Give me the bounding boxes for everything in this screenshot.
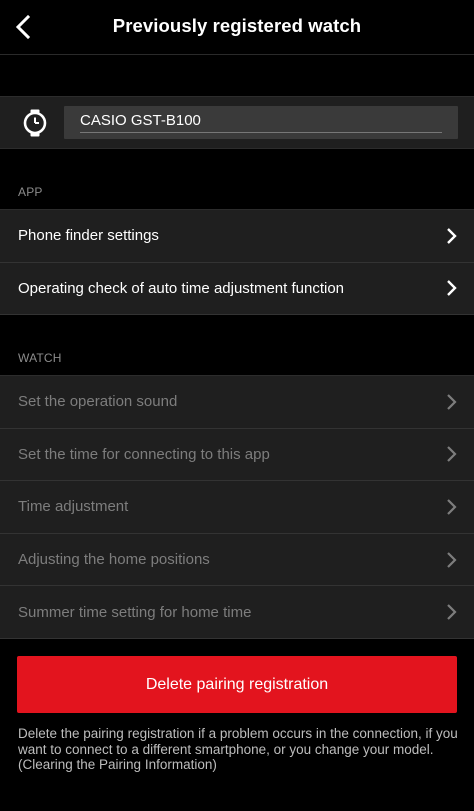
list-item-phone-finder-settings[interactable]: Phone finder settings (0, 210, 474, 263)
list-item-time-adjustment[interactable]: Time adjustment (0, 481, 474, 534)
list-item-auto-time-adjustment-check[interactable]: Operating check of auto time adjustment … (0, 263, 474, 316)
chevron-right-icon (447, 227, 457, 244)
chevron-left-icon (15, 15, 31, 39)
watch-name-field[interactable]: CASIO GST-B100 (64, 106, 458, 139)
chevron-right-icon (447, 446, 457, 463)
list-item-home-positions[interactable]: Adjusting the home positions (0, 534, 474, 587)
back-button[interactable] (6, 10, 40, 44)
list-item-label: Time adjustment (18, 498, 129, 516)
app-settings-list: Phone finder settings Operating check of… (0, 209, 474, 316)
header-bar: Previously registered watch (0, 0, 474, 55)
list-item-label: Set the time for connecting to this app (18, 445, 270, 463)
note-subtext: (Clearing the Pairing Information) (18, 757, 217, 773)
list-item-label: Adjusting the home positions (18, 551, 210, 569)
list-item-label: Summer time setting for home time (18, 603, 252, 621)
pairing-note: Delete the pairing registration if a pro… (18, 726, 462, 773)
section-label-watch: WATCH (18, 351, 62, 365)
watch-icon (23, 109, 47, 137)
watch-model-text: CASIO GST-B100 (80, 112, 201, 129)
list-item-label: Operating check of auto time adjustment … (18, 279, 345, 297)
chevron-right-icon (447, 280, 457, 297)
watch-settings-list: Set the operation sound Set the time for… (0, 375, 474, 639)
note-text: Delete the pairing registration if a pro… (18, 726, 458, 757)
watch-field-underline (80, 132, 442, 133)
chevron-right-icon (447, 499, 457, 515)
list-item-label: Set the operation sound (18, 393, 178, 411)
chevron-right-icon (447, 604, 457, 620)
list-item-operation-sound[interactable]: Set the operation sound (0, 376, 474, 429)
chevron-right-icon (447, 551, 457, 568)
list-item-summer-time-setting[interactable]: Summer time setting for home time (0, 586, 474, 639)
page-title: Previously registered watch (112, 15, 362, 36)
watch-row: CASIO GST-B100 (0, 96, 474, 149)
list-item-label: Phone finder settings (18, 227, 159, 245)
delete-pairing-button[interactable]: Delete pairing registration (17, 656, 457, 713)
chevron-right-icon (447, 394, 457, 410)
list-item-connection-time[interactable]: Set the time for connecting to this app (0, 429, 474, 482)
section-label-app: APP (18, 185, 43, 199)
